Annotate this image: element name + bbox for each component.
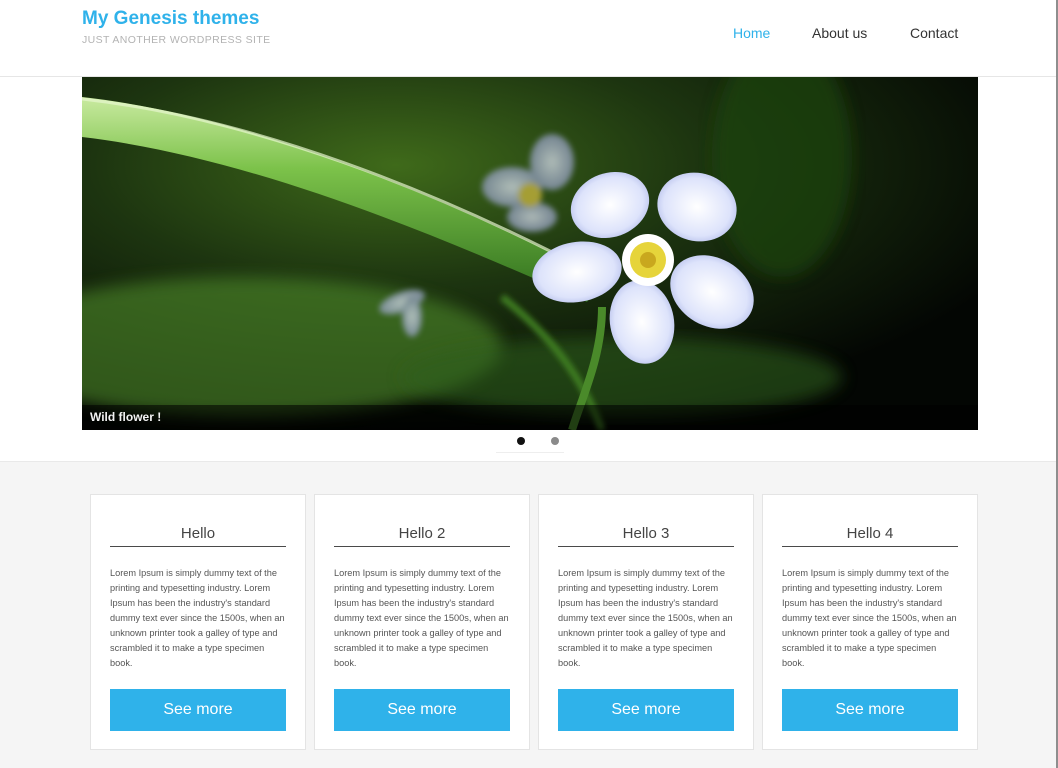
see-more-button[interactable]: See more (334, 689, 510, 731)
see-more-button[interactable]: See more (110, 689, 286, 731)
card-text: Lorem Ipsum is simply dummy text of the … (558, 568, 733, 668)
slider-section: Wild flower ! (0, 77, 1056, 462)
card-divider (334, 546, 510, 547)
card-title: Hello (180, 525, 216, 542)
card-title: Hello 4 (846, 525, 894, 542)
slider-dots (496, 430, 564, 453)
card-divider (558, 546, 734, 547)
slider-dot-1[interactable] (517, 437, 525, 445)
card-hello-3: Hello 3 Lorem Ipsum is simply dummy text… (538, 494, 754, 750)
slide-caption-bar: Wild flower ! (82, 405, 978, 430)
card-hello-4: Hello 4 Lorem Ipsum is simply dummy text… (762, 494, 978, 750)
image-slider[interactable]: Wild flower ! (82, 77, 978, 430)
main-nav: Home About us Contact (0, 25, 1056, 45)
card-title: Hello 3 (622, 525, 670, 542)
nav-item-home[interactable]: Home (733, 25, 770, 41)
slider-dot-2[interactable] (551, 437, 559, 445)
site-header: My Genesis themes JUST ANOTHER WORDPRESS… (0, 0, 1056, 77)
flower-photo (82, 77, 978, 430)
card-divider (782, 546, 958, 547)
card-divider (110, 546, 286, 547)
see-more-button[interactable]: See more (782, 689, 958, 731)
card-hello: Hello Lorem Ipsum is simply dummy text o… (90, 494, 306, 750)
card-text: Lorem Ipsum is simply dummy text of the … (334, 568, 509, 668)
nav-item-about-us[interactable]: About us (812, 25, 867, 41)
feature-cards: Hello Lorem Ipsum is simply dummy text o… (0, 494, 1056, 750)
see-more-button[interactable]: See more (558, 689, 734, 731)
slide-caption-text: Wild flower ! (90, 410, 162, 424)
card-title: Hello 2 (398, 525, 446, 542)
card-text: Lorem Ipsum is simply dummy text of the … (782, 568, 957, 668)
card-text: Lorem Ipsum is simply dummy text of the … (110, 568, 285, 668)
nav-item-contact[interactable]: Contact (910, 25, 958, 41)
card-hello-2: Hello 2 Lorem Ipsum is simply dummy text… (314, 494, 530, 750)
